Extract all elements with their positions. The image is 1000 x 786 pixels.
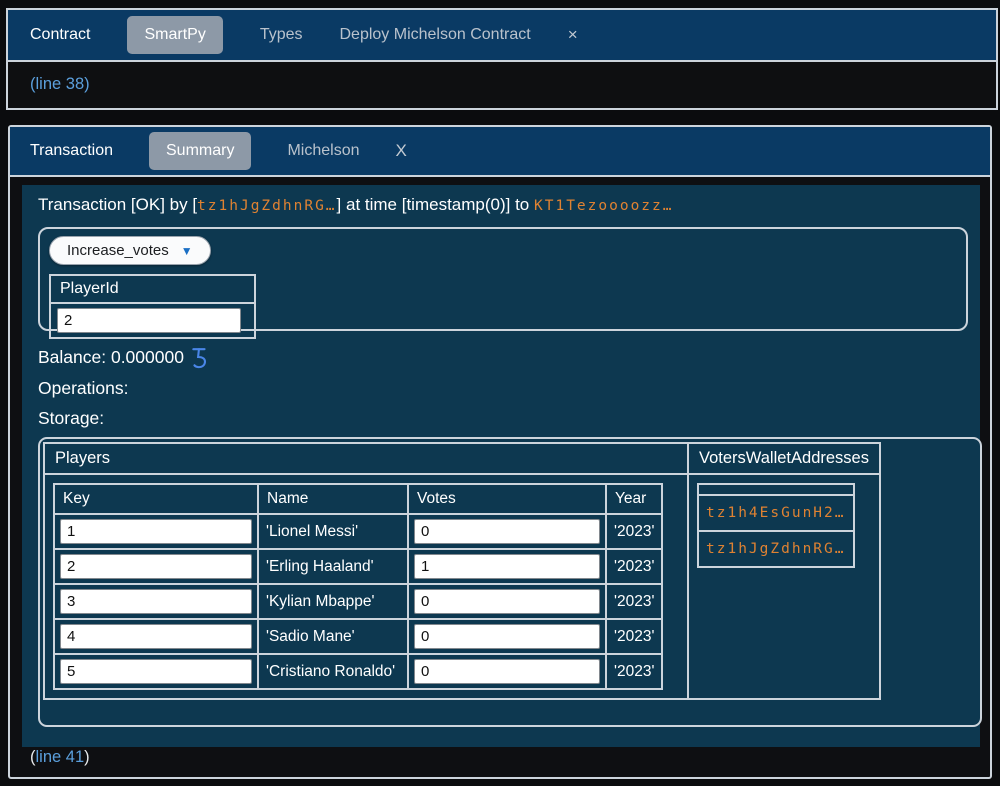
summary-content: Transaction [OK] by [tz1hJgZdhnRG…] at t… [22, 185, 980, 747]
line-ref-close-paren: ) [84, 75, 90, 94]
sender-address: tz1hJgZdhnRG… [197, 198, 337, 214]
player-key-input[interactable] [60, 659, 252, 684]
contract-tabbar: Contract SmartPy Types Deploy Michelson … [8, 10, 996, 62]
tab-michelson[interactable]: Michelson [287, 142, 359, 160]
output-panel: Transaction Summary Michelson X Transact… [8, 125, 992, 779]
entrypoint-label: Increase_votes [67, 242, 169, 259]
player-key-input[interactable] [60, 624, 252, 649]
output-tabbar: Transaction Summary Michelson X [10, 127, 990, 177]
player-votes-input[interactable] [414, 589, 600, 614]
entrypoint-box: Increase_votes ▼ PlayerId [38, 227, 968, 331]
tab-transaction[interactable]: Transaction [30, 142, 113, 160]
column-votes: Votes [408, 484, 606, 514]
players-row: 'Sadio Mane' '2023' [54, 619, 662, 654]
player-year: '2023' [606, 549, 662, 584]
smartpy-output-screen: Contract SmartPy Types Deploy Michelson … [0, 0, 1000, 786]
line-41-link[interactable]: line 41 [36, 748, 85, 767]
tab-contract[interactable]: Contract [30, 26, 90, 44]
player-id-input[interactable] [57, 308, 241, 333]
voter-address: tz1hJgZdhnRG… [698, 531, 854, 567]
line-reference-41: (line 41) [30, 743, 90, 771]
players-column-row: Key Name Votes Year [54, 484, 662, 514]
player-name: 'Erling Haaland' [258, 549, 408, 584]
voters-header: VotersWalletAddresses [688, 443, 880, 474]
tab-smartpy[interactable]: SmartPy [127, 16, 222, 54]
player-key-input[interactable] [60, 589, 252, 614]
entrypoint-dropdown[interactable]: Increase_votes ▼ [49, 236, 211, 265]
voters-cell: tz1h4EsGunH2… tz1hJgZdhnRG… [688, 474, 880, 699]
player-votes-input[interactable] [414, 659, 600, 684]
transaction-title-prefix: Transaction [OK] by [ [38, 195, 197, 214]
voters-spacer-cell [698, 484, 854, 495]
storage-box: Players VotersWalletAddresses Key Name V… [38, 437, 982, 727]
players-cell: Key Name Votes Year 'Lionel Messi' '20 [44, 474, 688, 699]
balance-line: Balance: 0.000000 [38, 345, 964, 369]
player-name: 'Cristiano Ronaldo' [258, 654, 408, 689]
player-votes-input[interactable] [414, 624, 600, 649]
close-icon[interactable]: × [568, 25, 578, 45]
transaction-title-middle: ] at time [timestamp(0)] to [337, 195, 534, 214]
balance-label: Balance: 0.000000 [38, 347, 184, 368]
column-year: Year [606, 484, 662, 514]
voter-address: tz1h4EsGunH2… [698, 495, 854, 531]
operations-label: Operations: [38, 378, 964, 399]
player-year: '2023' [606, 514, 662, 549]
player-votes-input[interactable] [414, 519, 600, 544]
player-key-input[interactable] [60, 519, 252, 544]
line-38-link[interactable]: line 38 [36, 75, 85, 94]
line-ref-close-paren: ) [84, 748, 90, 767]
tez-icon [189, 347, 208, 369]
voters-table: tz1h4EsGunH2… tz1hJgZdhnRG… [697, 483, 855, 568]
contract-panel: Contract SmartPy Types Deploy Michelson … [6, 8, 998, 110]
players-header: Players [44, 443, 688, 474]
column-key: Key [54, 484, 258, 514]
parameter-name: PlayerId [50, 275, 255, 303]
player-votes-input[interactable] [414, 554, 600, 579]
players-row: 'Cristiano Ronaldo' '2023' [54, 654, 662, 689]
players-row: 'Lionel Messi' '2023' [54, 514, 662, 549]
players-row: 'Kylian Mbappe' '2023' [54, 584, 662, 619]
tab-summary[interactable]: Summary [149, 132, 251, 170]
players-row: 'Erling Haaland' '2023' [54, 549, 662, 584]
transaction-title: Transaction [OK] by [tz1hJgZdhnRG…] at t… [38, 195, 964, 215]
player-year: '2023' [606, 584, 662, 619]
storage-label: Storage: [38, 408, 964, 429]
player-name: 'Sadio Mane' [258, 619, 408, 654]
parameter-input-cell [50, 303, 255, 338]
storage-table: Players VotersWalletAddresses Key Name V… [43, 442, 881, 700]
players-table: Key Name Votes Year 'Lionel Messi' '20 [53, 483, 663, 690]
player-key-input[interactable] [60, 554, 252, 579]
player-name: 'Kylian Mbappe' [258, 584, 408, 619]
player-year: '2023' [606, 654, 662, 689]
player-name: 'Lionel Messi' [258, 514, 408, 549]
close-x-tab[interactable]: X [395, 141, 406, 161]
tab-deploy-michelson-contract[interactable]: Deploy Michelson Contract [340, 26, 531, 44]
line-reference-38: (line 38) [8, 62, 996, 106]
player-year: '2023' [606, 619, 662, 654]
target-address: KT1Tezoooozz… [534, 198, 674, 214]
column-name: Name [258, 484, 408, 514]
tab-types[interactable]: Types [260, 26, 303, 44]
parameter-table: PlayerId [49, 274, 256, 339]
chevron-down-icon: ▼ [181, 245, 193, 257]
